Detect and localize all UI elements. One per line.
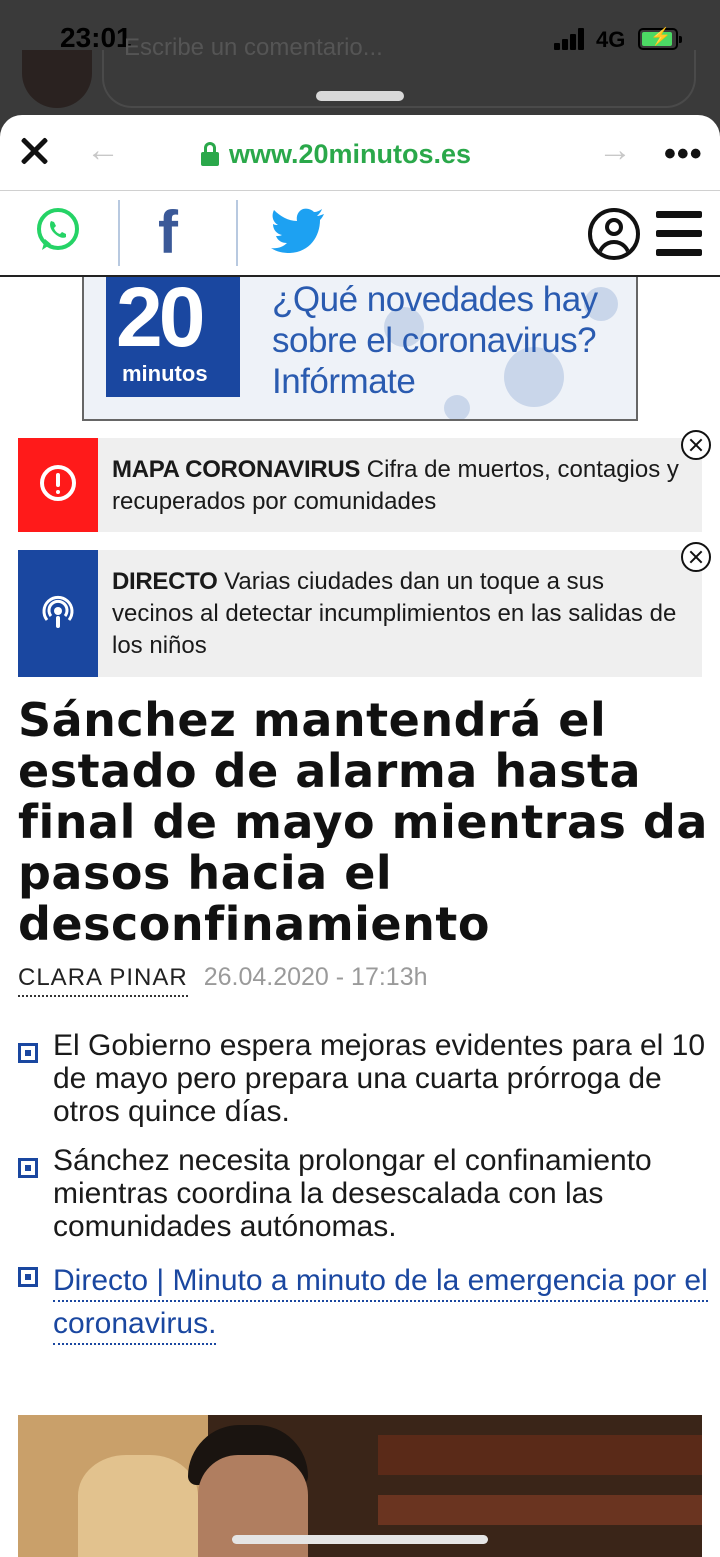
- hamburger-menu-icon[interactable]: [656, 211, 704, 257]
- alert-side-red: [18, 438, 98, 532]
- battery-icon: ⚡: [638, 27, 682, 50]
- close-icon[interactable]: [16, 133, 52, 169]
- list-item-link[interactable]: Directo | Minuto a minuto de la emergenc…: [18, 1259, 708, 1345]
- dismiss-alert-icon[interactable]: [681, 542, 711, 572]
- alert-card-live[interactable]: DIRECTO Varias ciudades dan un toque a s…: [18, 550, 702, 677]
- logo-word: minutos: [122, 361, 208, 386]
- url-bar[interactable]: www.20minutos.es: [200, 137, 471, 171]
- home-indicator[interactable]: [232, 1535, 488, 1544]
- banner-text: ¿Qué novedades hay sobre el coronavirus?…: [272, 280, 598, 401]
- back-arrow-icon[interactable]: ←: [86, 131, 120, 170]
- share-divider: [236, 200, 238, 266]
- summary-bullets: El Gobierno espera mejoras evidentes par…: [18, 1029, 708, 1361]
- share-divider: [118, 200, 120, 266]
- url-text: www.20minutos.es: [229, 138, 472, 169]
- author-link[interactable]: CLARA PINAR: [18, 964, 188, 997]
- alert-card-map[interactable]: MAPA CORONAVIRUS Cifra de muertos, conta…: [18, 438, 702, 532]
- byline: CLARA PINAR 26.04.2020 - 17:13h: [18, 963, 428, 997]
- browser-toolbar: ← www.20minutos.es → •••: [0, 115, 720, 191]
- bullet-text: Sánchez necesita prolongar el confinamie…: [53, 1144, 652, 1243]
- 20minutos-logo: 20 minutos: [106, 277, 240, 397]
- background-comment-placeholder: Escribe un comentario...: [124, 34, 383, 61]
- user-account-icon[interactable]: [588, 208, 640, 260]
- alert-text: MAPA CORONAVIRUS Cifra de muertos, conta…: [112, 454, 682, 518]
- bullet-square-icon: [18, 1267, 38, 1287]
- dismiss-alert-icon[interactable]: [681, 430, 711, 460]
- browser-sheet: ← www.20minutos.es → ••• f 20 minutos ¿Q…: [0, 115, 720, 1557]
- alert-tag: DIRECTO: [112, 568, 218, 595]
- list-item: El Gobierno espera mejoras evidentes par…: [18, 1029, 708, 1128]
- signal-icon: [554, 28, 588, 50]
- forward-arrow-icon[interactable]: →: [598, 131, 632, 170]
- coronavirus-banner[interactable]: 20 minutos ¿Qué novedades hay sobre el c…: [82, 277, 638, 421]
- bullet-square-icon: [18, 1158, 38, 1178]
- publish-date: 26.04.2020 - 17:13h: [203, 963, 428, 991]
- background-avatar: [22, 50, 92, 108]
- bullet-text: El Gobierno espera mejoras evidentes par…: [53, 1029, 706, 1128]
- alert-circle-icon: [40, 465, 76, 501]
- alert-side-blue: [18, 550, 98, 677]
- alert-text: DIRECTO Varias ciudades dan un toque a s…: [112, 566, 682, 662]
- lock-icon: [200, 142, 220, 166]
- share-bar: f: [0, 192, 720, 277]
- alert-tag: MAPA CORONAVIRUS: [112, 456, 361, 483]
- list-item: Sánchez necesita prolongar el confinamie…: [18, 1144, 708, 1243]
- sheet-grabber[interactable]: [316, 91, 404, 101]
- podcast-icon: [42, 595, 74, 628]
- logo-number: 20: [116, 277, 205, 364]
- screen: 23:01 4G ⚡ Escribe un comentario... ← ww…: [0, 0, 720, 1557]
- whatsapp-icon[interactable]: [34, 206, 82, 254]
- bullet-square-icon: [18, 1043, 38, 1063]
- more-options-icon[interactable]: •••: [664, 135, 703, 174]
- live-coverage-link[interactable]: Directo | Minuto a minuto de la emergenc…: [53, 1264, 708, 1345]
- twitter-icon[interactable]: [270, 208, 326, 254]
- facebook-icon[interactable]: f: [158, 198, 178, 267]
- article-headline: Sánchez mantendrá el estado de alarma ha…: [18, 693, 708, 951]
